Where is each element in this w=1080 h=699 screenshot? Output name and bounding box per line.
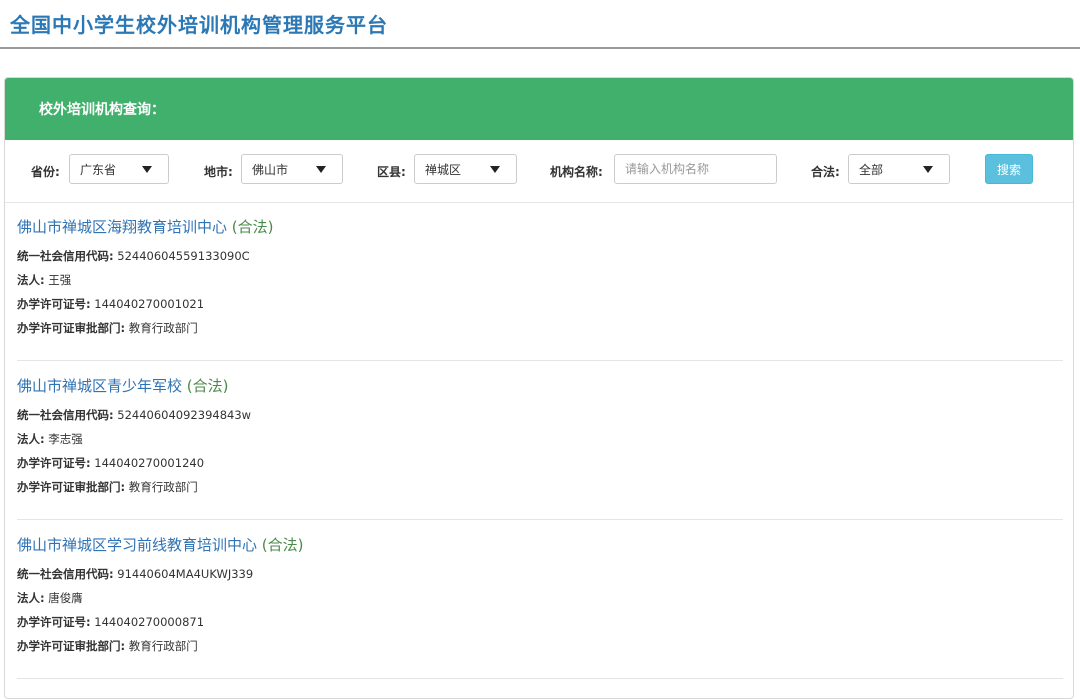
credit-code-label: 统一社会信用代码: xyxy=(17,567,114,581)
result-item: 佛山市禅城区学习前线教育培训中心 (合法) 统一社会信用代码: 91440604… xyxy=(17,534,1063,658)
approval-dept-label: 办学许可证审批部门: xyxy=(17,321,126,335)
site-title: 全国中小学生校外培训机构管理服务平台 xyxy=(10,13,388,37)
legal-select[interactable]: 全部 xyxy=(848,154,950,184)
filter-bar: 省份: 广东省 地市: 佛山市 区县: 禅城区 机构名称: 合法: 全部 搜索 xyxy=(5,140,1073,203)
legal-person-label: 法人: xyxy=(17,591,45,605)
result-divider xyxy=(17,360,1063,361)
panel-heading: 校外培训机构查询： xyxy=(5,78,1073,140)
chevron-down-icon xyxy=(316,166,326,173)
top-header: 全国中小学生校外培训机构管理服务平台 xyxy=(0,0,1080,49)
result-item: 佛山市禅城区海翔教育培训中心 (合法) 统一社会信用代码: 5244060455… xyxy=(17,216,1063,340)
license-no-line: 办学许可证号: 144040270001240 xyxy=(17,451,1063,475)
approval-dept-value: 教育行政部门 xyxy=(128,639,198,653)
city-value: 佛山市 xyxy=(252,162,289,177)
result-title-link[interactable]: 佛山市禅城区学习前线教育培训中心 (合法) xyxy=(17,534,1063,556)
legal-person-value: 李志强 xyxy=(48,432,83,446)
legal-person-value: 唐俊膺 xyxy=(48,591,83,605)
city-select[interactable]: 佛山市 xyxy=(241,154,343,184)
district-value: 禅城区 xyxy=(425,162,462,177)
license-no-label: 办学许可证号: xyxy=(17,615,91,629)
approval-dept-line: 办学许可证审批部门: 教育行政部门 xyxy=(17,316,1063,340)
chevron-down-icon xyxy=(923,166,933,173)
name-search-input[interactable] xyxy=(614,154,777,184)
approval-dept-label: 办学许可证审批部门: xyxy=(17,639,126,653)
result-title-link[interactable]: 佛山市禅城区海翔教育培训中心 (合法) xyxy=(17,216,1063,238)
name-label: 机构名称: xyxy=(550,165,603,179)
legal-person-value: 王强 xyxy=(48,273,72,287)
license-no-label: 办学许可证号: xyxy=(17,297,91,311)
legal-label: 合法: xyxy=(811,165,840,179)
chevron-down-icon xyxy=(490,166,500,173)
license-no-label: 办学许可证号: xyxy=(17,456,91,470)
credit-code-value: 91440604MA4UKWJ339 xyxy=(117,567,254,581)
legal-status: (合法) xyxy=(186,377,229,395)
result-divider xyxy=(17,519,1063,520)
credit-code-label: 统一社会信用代码: xyxy=(17,408,114,422)
credit-code-line: 统一社会信用代码: 52440604559133090C xyxy=(17,244,1063,268)
credit-code-value: 52440604092394843w xyxy=(117,408,252,422)
result-title-link[interactable]: 佛山市禅城区青少年军校 (合法) xyxy=(17,375,1063,397)
district-select[interactable]: 禅城区 xyxy=(414,154,517,184)
credit-code-line: 统一社会信用代码: 91440604MA4UKWJ339 xyxy=(17,562,1063,586)
approval-dept-line: 办学许可证审批部门: 教育行政部门 xyxy=(17,634,1063,658)
legal-status: (合法) xyxy=(261,536,304,554)
legal-person-line: 法人: 李志强 xyxy=(17,427,1063,451)
license-no-value: 144040270001021 xyxy=(94,297,205,311)
legal-person-line: 法人: 王强 xyxy=(17,268,1063,292)
search-panel: 校外培训机构查询： 省份: 广东省 地市: 佛山市 区县: 禅城区 机构名称: … xyxy=(4,77,1074,699)
license-no-value: 144040270001240 xyxy=(94,456,205,470)
approval-dept-line: 办学许可证审批部门: 教育行政部门 xyxy=(17,475,1063,499)
credit-code-label: 统一社会信用代码: xyxy=(17,249,114,263)
search-button[interactable]: 搜索 xyxy=(985,154,1033,184)
legal-person-line: 法人: 唐俊膺 xyxy=(17,586,1063,610)
credit-code-value: 52440604559133090C xyxy=(117,249,250,263)
legal-status: (合法) xyxy=(231,218,274,236)
approval-dept-value: 教育行政部门 xyxy=(128,480,198,494)
result-item: 佛山市禅城区青少年军校 (合法) 统一社会信用代码: 5244060409239… xyxy=(17,375,1063,499)
approval-dept-value: 教育行政部门 xyxy=(128,321,198,335)
city-label: 地市: xyxy=(204,165,233,179)
org-name[interactable]: 佛山市禅城区青少年军校 xyxy=(17,377,182,395)
legal-person-label: 法人: xyxy=(17,432,45,446)
license-no-value: 144040270000871 xyxy=(94,615,205,629)
credit-code-line: 统一社会信用代码: 52440604092394843w xyxy=(17,403,1063,427)
legal-value: 全部 xyxy=(859,162,884,177)
province-select[interactable]: 广东省 xyxy=(69,154,169,184)
result-divider xyxy=(17,678,1063,679)
approval-dept-label: 办学许可证审批部门: xyxy=(17,480,126,494)
district-label: 区县: xyxy=(377,165,406,179)
province-value: 广东省 xyxy=(80,162,117,177)
province-label: 省份: xyxy=(31,165,60,179)
org-name[interactable]: 佛山市禅城区海翔教育培训中心 xyxy=(17,218,227,236)
license-no-line: 办学许可证号: 144040270000871 xyxy=(17,610,1063,634)
chevron-down-icon xyxy=(142,166,152,173)
legal-person-label: 法人: xyxy=(17,273,45,287)
org-name[interactable]: 佛山市禅城区学习前线教育培训中心 xyxy=(17,536,257,554)
license-no-line: 办学许可证号: 144040270001021 xyxy=(17,292,1063,316)
